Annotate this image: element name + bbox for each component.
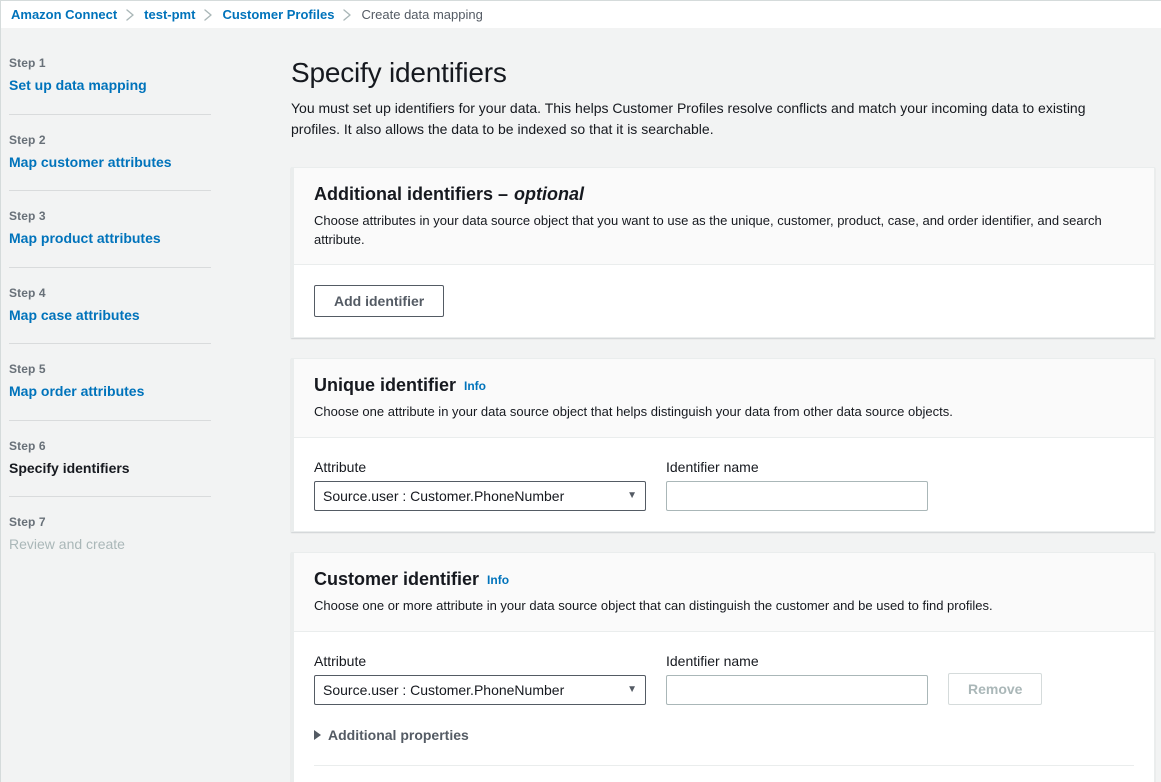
step-number: Step 7 <box>9 515 211 529</box>
page-title: Specify identifiers <box>291 58 1155 89</box>
additional-properties-label: Additional properties <box>328 727 469 743</box>
sidebar-item-specify-identifiers[interactable]: Specify identifiers <box>9 460 211 478</box>
remove-customer-identifier-button[interactable]: Remove <box>948 673 1042 705</box>
divider <box>314 765 1134 766</box>
panel-title: Unique identifier Info <box>314 375 1134 397</box>
chevron-right-icon <box>204 9 213 21</box>
sidebar-step-7: Step 7 Review and create <box>9 496 211 573</box>
customer-identifier-name-input[interactable] <box>666 675 928 705</box>
panel-description: Choose one or more attribute in your dat… <box>314 597 1134 616</box>
chevron-right-icon <box>343 9 352 21</box>
breadcrumb: Amazon Connect test-pmt Customer Profile… <box>1 1 1161 28</box>
aws-console-wizard: Amazon Connect test-pmt Customer Profile… <box>0 0 1161 782</box>
panel-body: Attribute Source.user : Customer.PhoneNu… <box>294 438 1154 531</box>
sidebar-item-map-product-attributes[interactable]: Map product attributes <box>9 230 211 248</box>
sidebar-step-5[interactable]: Step 5 Map order attributes <box>9 343 211 420</box>
additional-identifiers-panel: Additional identifiers – optional Choose… <box>291 167 1155 338</box>
add-identifier-button[interactable]: Add identifier <box>314 285 444 317</box>
customer-identifier-panel: Customer identifier Info Choose one or m… <box>291 552 1155 782</box>
breadcrumb-item-amazon-connect[interactable]: Amazon Connect <box>11 7 117 22</box>
unique-identifier-panel: Unique identifier Info Choose one attrib… <box>291 358 1155 532</box>
sidebar-item-map-order-attributes[interactable]: Map order attributes <box>9 383 211 401</box>
unique-identifier-name-field: Identifier name <box>666 458 928 511</box>
page-description: You must set up identifiers for your dat… <box>291 98 1116 141</box>
breadcrumb-item-customer-profiles[interactable]: Customer Profiles <box>222 7 334 22</box>
sidebar-step-3[interactable]: Step 3 Map product attributes <box>9 190 211 267</box>
wizard-main-content: Specify identifiers You must set up iden… <box>289 28 1161 782</box>
sidebar-item-map-customer-attributes[interactable]: Map customer attributes <box>9 154 211 172</box>
panel-header: Unique identifier Info Choose one attrib… <box>294 359 1154 437</box>
unique-attribute-select[interactable]: Source.user : Customer.PhoneNumber <box>314 481 646 511</box>
caret-right-icon <box>314 730 321 740</box>
panel-description: Choose one attribute in your data source… <box>314 403 1134 422</box>
attribute-select-wrapper[interactable]: Source.user : Customer.PhoneNumber ▼ <box>314 675 646 705</box>
unique-attribute-field: Attribute Source.user : Customer.PhoneNu… <box>314 458 646 511</box>
identifier-name-label: Identifier name <box>666 652 928 670</box>
chevron-right-icon <box>126 9 135 21</box>
attribute-label: Attribute <box>314 652 646 670</box>
panel-body: Attribute Source.user : Customer.PhoneNu… <box>294 632 1154 782</box>
sidebar-item-map-case-attributes[interactable]: Map case attributes <box>9 307 211 325</box>
customer-attribute-field: Attribute Source.user : Customer.PhoneNu… <box>314 652 646 705</box>
sidebar-item-review-and-create: Review and create <box>9 536 211 554</box>
step-number: Step 5 <box>9 362 211 376</box>
sidebar-step-1[interactable]: Step 1 Set up data mapping <box>9 56 211 114</box>
additional-properties-toggle[interactable]: Additional properties <box>314 727 469 743</box>
panel-title-text: Additional identifiers – <box>314 184 508 206</box>
sidebar-item-set-up-data-mapping[interactable]: Set up data mapping <box>9 77 211 95</box>
panel-body: Add identifier <box>294 265 1154 337</box>
step-number: Step 2 <box>9 133 211 147</box>
wizard-sidebar: Step 1 Set up data mapping Step 2 Map cu… <box>1 28 289 782</box>
panel-header: Customer identifier Info Choose one or m… <box>294 553 1154 631</box>
sidebar-step-4[interactable]: Step 4 Map case attributes <box>9 267 211 344</box>
customer-identifier-name-field: Identifier name <box>666 652 928 705</box>
panel-title: Additional identifiers – optional <box>314 184 1134 206</box>
panel-title-text: Customer identifier <box>314 569 479 591</box>
step-number: Step 6 <box>9 439 211 453</box>
unique-identifier-row: Attribute Source.user : Customer.PhoneNu… <box>314 458 1134 511</box>
customer-attribute-select[interactable]: Source.user : Customer.PhoneNumber <box>314 675 646 705</box>
identifier-name-label: Identifier name <box>666 458 928 476</box>
info-link[interactable]: Info <box>464 379 486 393</box>
unique-identifier-name-input[interactable] <box>666 481 928 511</box>
step-number: Step 1 <box>9 56 211 70</box>
sidebar-step-2[interactable]: Step 2 Map customer attributes <box>9 114 211 191</box>
breadcrumb-item-create-data-mapping: Create data mapping <box>361 7 482 22</box>
panel-header: Additional identifiers – optional Choose… <box>294 168 1154 265</box>
wizard-step-list: Step 1 Set up data mapping Step 2 Map cu… <box>1 56 289 573</box>
customer-identifier-row: Attribute Source.user : Customer.PhoneNu… <box>314 652 1134 705</box>
info-link[interactable]: Info <box>487 573 509 587</box>
panel-title-optional: optional <box>514 184 584 206</box>
step-number: Step 4 <box>9 286 211 300</box>
panel-title: Customer identifier Info <box>314 569 1134 591</box>
panel-description: Choose attributes in your data source ob… <box>314 212 1134 250</box>
attribute-label: Attribute <box>314 458 646 476</box>
breadcrumb-item-test-pmt[interactable]: test-pmt <box>144 7 195 22</box>
sidebar-step-6[interactable]: Step 6 Specify identifiers <box>9 420 211 497</box>
step-number: Step 3 <box>9 209 211 223</box>
panel-title-text: Unique identifier <box>314 375 456 397</box>
attribute-select-wrapper[interactable]: Source.user : Customer.PhoneNumber ▼ <box>314 481 646 511</box>
page-body: Step 1 Set up data mapping Step 2 Map cu… <box>1 28 1161 782</box>
